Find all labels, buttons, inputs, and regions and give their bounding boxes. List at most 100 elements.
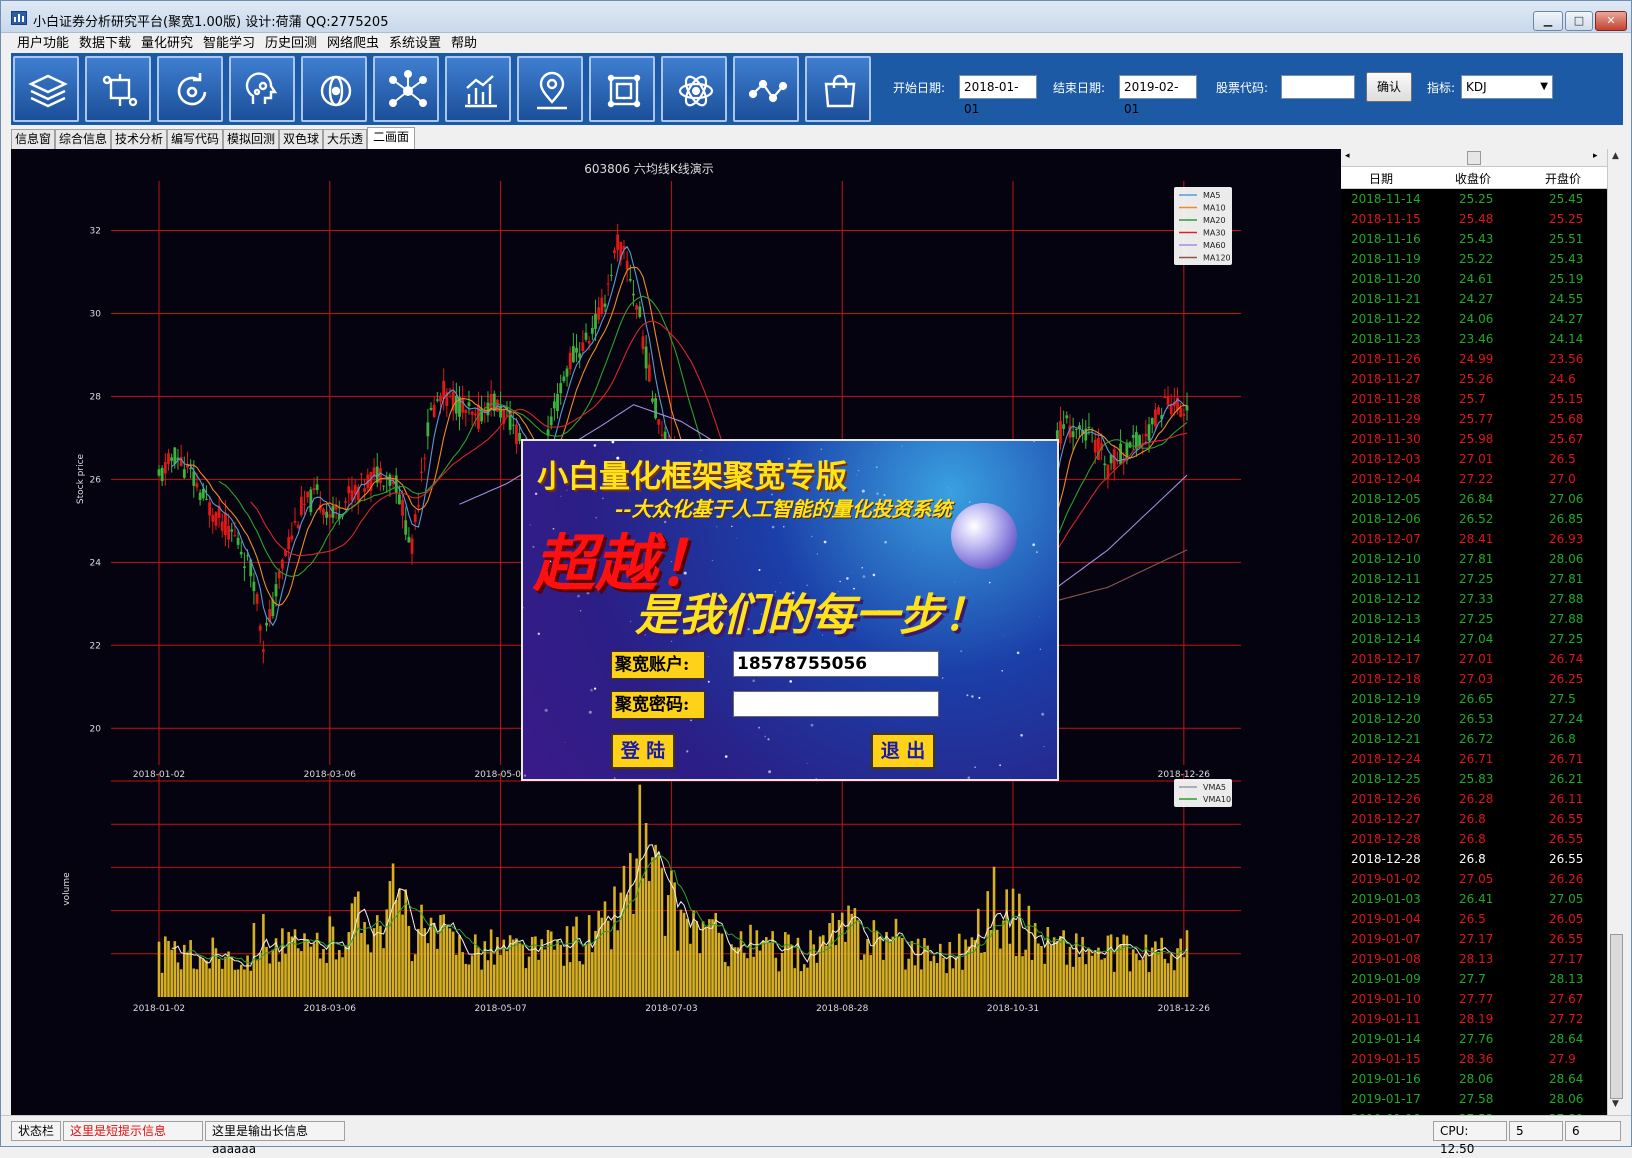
confirm-button[interactable]: 确认 [1366, 72, 1412, 102]
table-row[interactable]: 2018-12-18 27.03 26.25 [1341, 669, 1607, 689]
table-row[interactable]: 2018-11-28 25.7 25.15 [1341, 389, 1607, 409]
table-row[interactable]: 2018-12-04 27.22 27.0 [1341, 469, 1607, 489]
menu-crawler[interactable]: 网络爬虫 [327, 35, 379, 53]
table-row[interactable]: 2018-12-28 26.8 26.55 [1341, 829, 1607, 849]
table-row[interactable]: 2019-01-11 28.19 27.72 [1341, 1009, 1607, 1029]
header-date[interactable]: 日期 [1369, 170, 1393, 187]
start-date-input[interactable]: 2018-01-01 [959, 75, 1037, 116]
scroll-thumb[interactable] [1467, 151, 1481, 165]
table-row[interactable]: 2018-12-19 26.65 27.5 [1341, 689, 1607, 709]
table-row[interactable]: 2018-12-14 27.04 27.25 [1341, 629, 1607, 649]
scroll-up-icon[interactable]: ▲ [1612, 151, 1619, 161]
table-row[interactable]: 2018-12-10 27.81 28.06 [1341, 549, 1607, 569]
table-row[interactable]: 2019-01-09 27.7 28.13 [1341, 969, 1607, 989]
table-row[interactable]: 2019-01-15 28.36 27.9 [1341, 1049, 1607, 1069]
indicator-select[interactable]: KDJ ▼ [1461, 75, 1553, 99]
tab-dlt[interactable]: 大乐透 [323, 129, 367, 149]
tab-second-screen[interactable]: 二画面 [367, 127, 415, 149]
table-row[interactable]: 2019-01-16 28.06 28.64 [1341, 1069, 1607, 1089]
table-row[interactable]: 2018-12-13 27.25 27.88 [1341, 609, 1607, 629]
table-row[interactable]: 2018-11-30 25.98 25.67 [1341, 429, 1607, 449]
table-row[interactable]: 2018-11-26 24.99 23.56 [1341, 349, 1607, 369]
table-row[interactable]: 2018-12-28 26.8 26.55 [1341, 849, 1607, 869]
table-row[interactable]: 2018-11-29 25.77 25.68 [1341, 409, 1607, 429]
scroll-down-icon[interactable]: ▼ [1612, 1099, 1619, 1109]
table-row[interactable]: 2019-01-08 28.13 27.17 [1341, 949, 1607, 969]
table-row[interactable]: 2018-11-23 23.46 24.14 [1341, 329, 1607, 349]
brain-button[interactable] [229, 56, 295, 122]
table-row[interactable]: 2018-11-27 25.26 24.6 [1341, 369, 1607, 389]
table-row[interactable]: 2018-12-17 27.01 26.74 [1341, 649, 1607, 669]
horizontal-scrollbar[interactable]: ◂ ▸ [1341, 149, 1625, 167]
table-row[interactable]: 2018-11-19 25.22 25.43 [1341, 249, 1607, 269]
minimize-button[interactable]: ▁ [1533, 11, 1563, 31]
layers-button[interactable] [13, 56, 79, 122]
menu-download[interactable]: 数据下载 [79, 35, 131, 53]
table-row[interactable]: 2018-12-07 28.41 26.93 [1341, 529, 1607, 549]
flow-button[interactable] [85, 56, 151, 122]
table-row[interactable]: 2018-11-16 25.43 25.51 [1341, 229, 1607, 249]
tab-ssq[interactable]: 双色球 [279, 129, 323, 149]
table-row[interactable]: 2018-12-21 26.72 26.8 [1341, 729, 1607, 749]
account-input[interactable]: 18578755056 [733, 651, 939, 677]
tab-code[interactable]: 编写代码 [167, 129, 223, 149]
bar-chart-button[interactable] [445, 56, 511, 122]
table-row[interactable]: 2018-12-27 26.8 26.55 [1341, 809, 1607, 829]
header-open[interactable]: 开盘价 [1545, 170, 1581, 187]
table-row[interactable]: 2018-12-20 26.53 27.24 [1341, 709, 1607, 729]
table-row[interactable]: 2018-12-11 27.25 27.81 [1341, 569, 1607, 589]
login-button[interactable]: 登 陆 [611, 733, 675, 769]
scroll-thumb[interactable] [1610, 934, 1623, 1099]
tab-technical[interactable]: 技术分析 [111, 129, 167, 149]
tab-info[interactable]: 信息窗 [11, 129, 55, 149]
tab-simulate[interactable]: 模拟回测 [223, 129, 279, 149]
table-row[interactable]: 2019-01-10 27.77 27.67 [1341, 989, 1607, 1009]
table-row[interactable]: 2018-12-25 25.83 26.21 [1341, 769, 1607, 789]
stock-code-input[interactable] [1281, 75, 1355, 99]
table-row[interactable]: 2019-01-04 26.5 26.05 [1341, 909, 1607, 929]
cell-close: 27.58 [1459, 1092, 1494, 1106]
menu-quant[interactable]: 量化研究 [141, 35, 193, 53]
table-row[interactable]: 2019-01-14 27.76 28.64 [1341, 1029, 1607, 1049]
password-input[interactable] [733, 691, 939, 717]
table-row[interactable]: 2018-12-26 26.28 26.11 [1341, 789, 1607, 809]
table-row[interactable]: 2018-11-20 24.61 25.19 [1341, 269, 1607, 289]
tab-overview[interactable]: 综合信息 [55, 129, 111, 149]
scroll-right-icon[interactable]: ▸ [1593, 151, 1598, 161]
share-nodes-button[interactable] [733, 56, 799, 122]
table-row[interactable]: 2018-12-24 26.71 26.71 [1341, 749, 1607, 769]
frame-button[interactable] [589, 56, 655, 122]
table-row[interactable]: 2018-12-05 26.84 27.06 [1341, 489, 1607, 509]
table-row[interactable]: 2018-11-14 25.25 25.45 [1341, 189, 1607, 209]
close-button[interactable]: ✕ [1595, 11, 1627, 31]
vertical-scrollbar[interactable]: ▲ ▼ [1607, 149, 1625, 1115]
table-row[interactable]: 2019-01-07 27.17 26.55 [1341, 929, 1607, 949]
maximize-button[interactable]: □ [1565, 11, 1593, 31]
end-date-input[interactable]: 2019-02-01 [1119, 75, 1197, 116]
map-pin-button[interactable] [517, 56, 583, 122]
menu-user[interactable]: 用户功能 [17, 35, 69, 53]
table-row[interactable]: 2019-01-03 26.41 27.05 [1341, 889, 1607, 909]
refresh-button[interactable] [157, 56, 223, 122]
menu-backtest[interactable]: 历史回测 [265, 35, 317, 53]
header-close[interactable]: 收盘价 [1455, 170, 1491, 187]
network-button[interactable] [373, 56, 439, 122]
table-row[interactable]: 2018-12-06 26.52 26.85 [1341, 509, 1607, 529]
menu-settings[interactable]: 系统设置 [389, 35, 441, 53]
table-row[interactable]: 2018-11-22 24.06 24.27 [1341, 309, 1607, 329]
atom-button[interactable] [661, 56, 727, 122]
table-row[interactable]: 2018-11-21 24.27 24.55 [1341, 289, 1607, 309]
table-row[interactable]: 2018-11-15 25.48 25.25 [1341, 209, 1607, 229]
scroll-left-icon[interactable]: ◂ [1345, 151, 1350, 161]
table-row[interactable]: 2018-12-12 27.33 27.88 [1341, 589, 1607, 609]
menu-help[interactable]: 帮助 [451, 35, 477, 53]
menu-ai[interactable]: 智能学习 [203, 35, 255, 53]
share-nodes-icon [748, 79, 788, 103]
table-row[interactable]: 2019-01-02 27.05 26.26 [1341, 869, 1607, 889]
shopping-bag-button[interactable] [805, 56, 871, 122]
table-row[interactable]: 2019-01-17 27.58 28.06 [1341, 1089, 1607, 1109]
cell-close: 28.19 [1459, 1012, 1494, 1026]
exit-button[interactable]: 退 出 [871, 733, 935, 769]
table-row[interactable]: 2018-12-03 27.01 26.5 [1341, 449, 1607, 469]
orbit-button[interactable] [301, 56, 367, 122]
